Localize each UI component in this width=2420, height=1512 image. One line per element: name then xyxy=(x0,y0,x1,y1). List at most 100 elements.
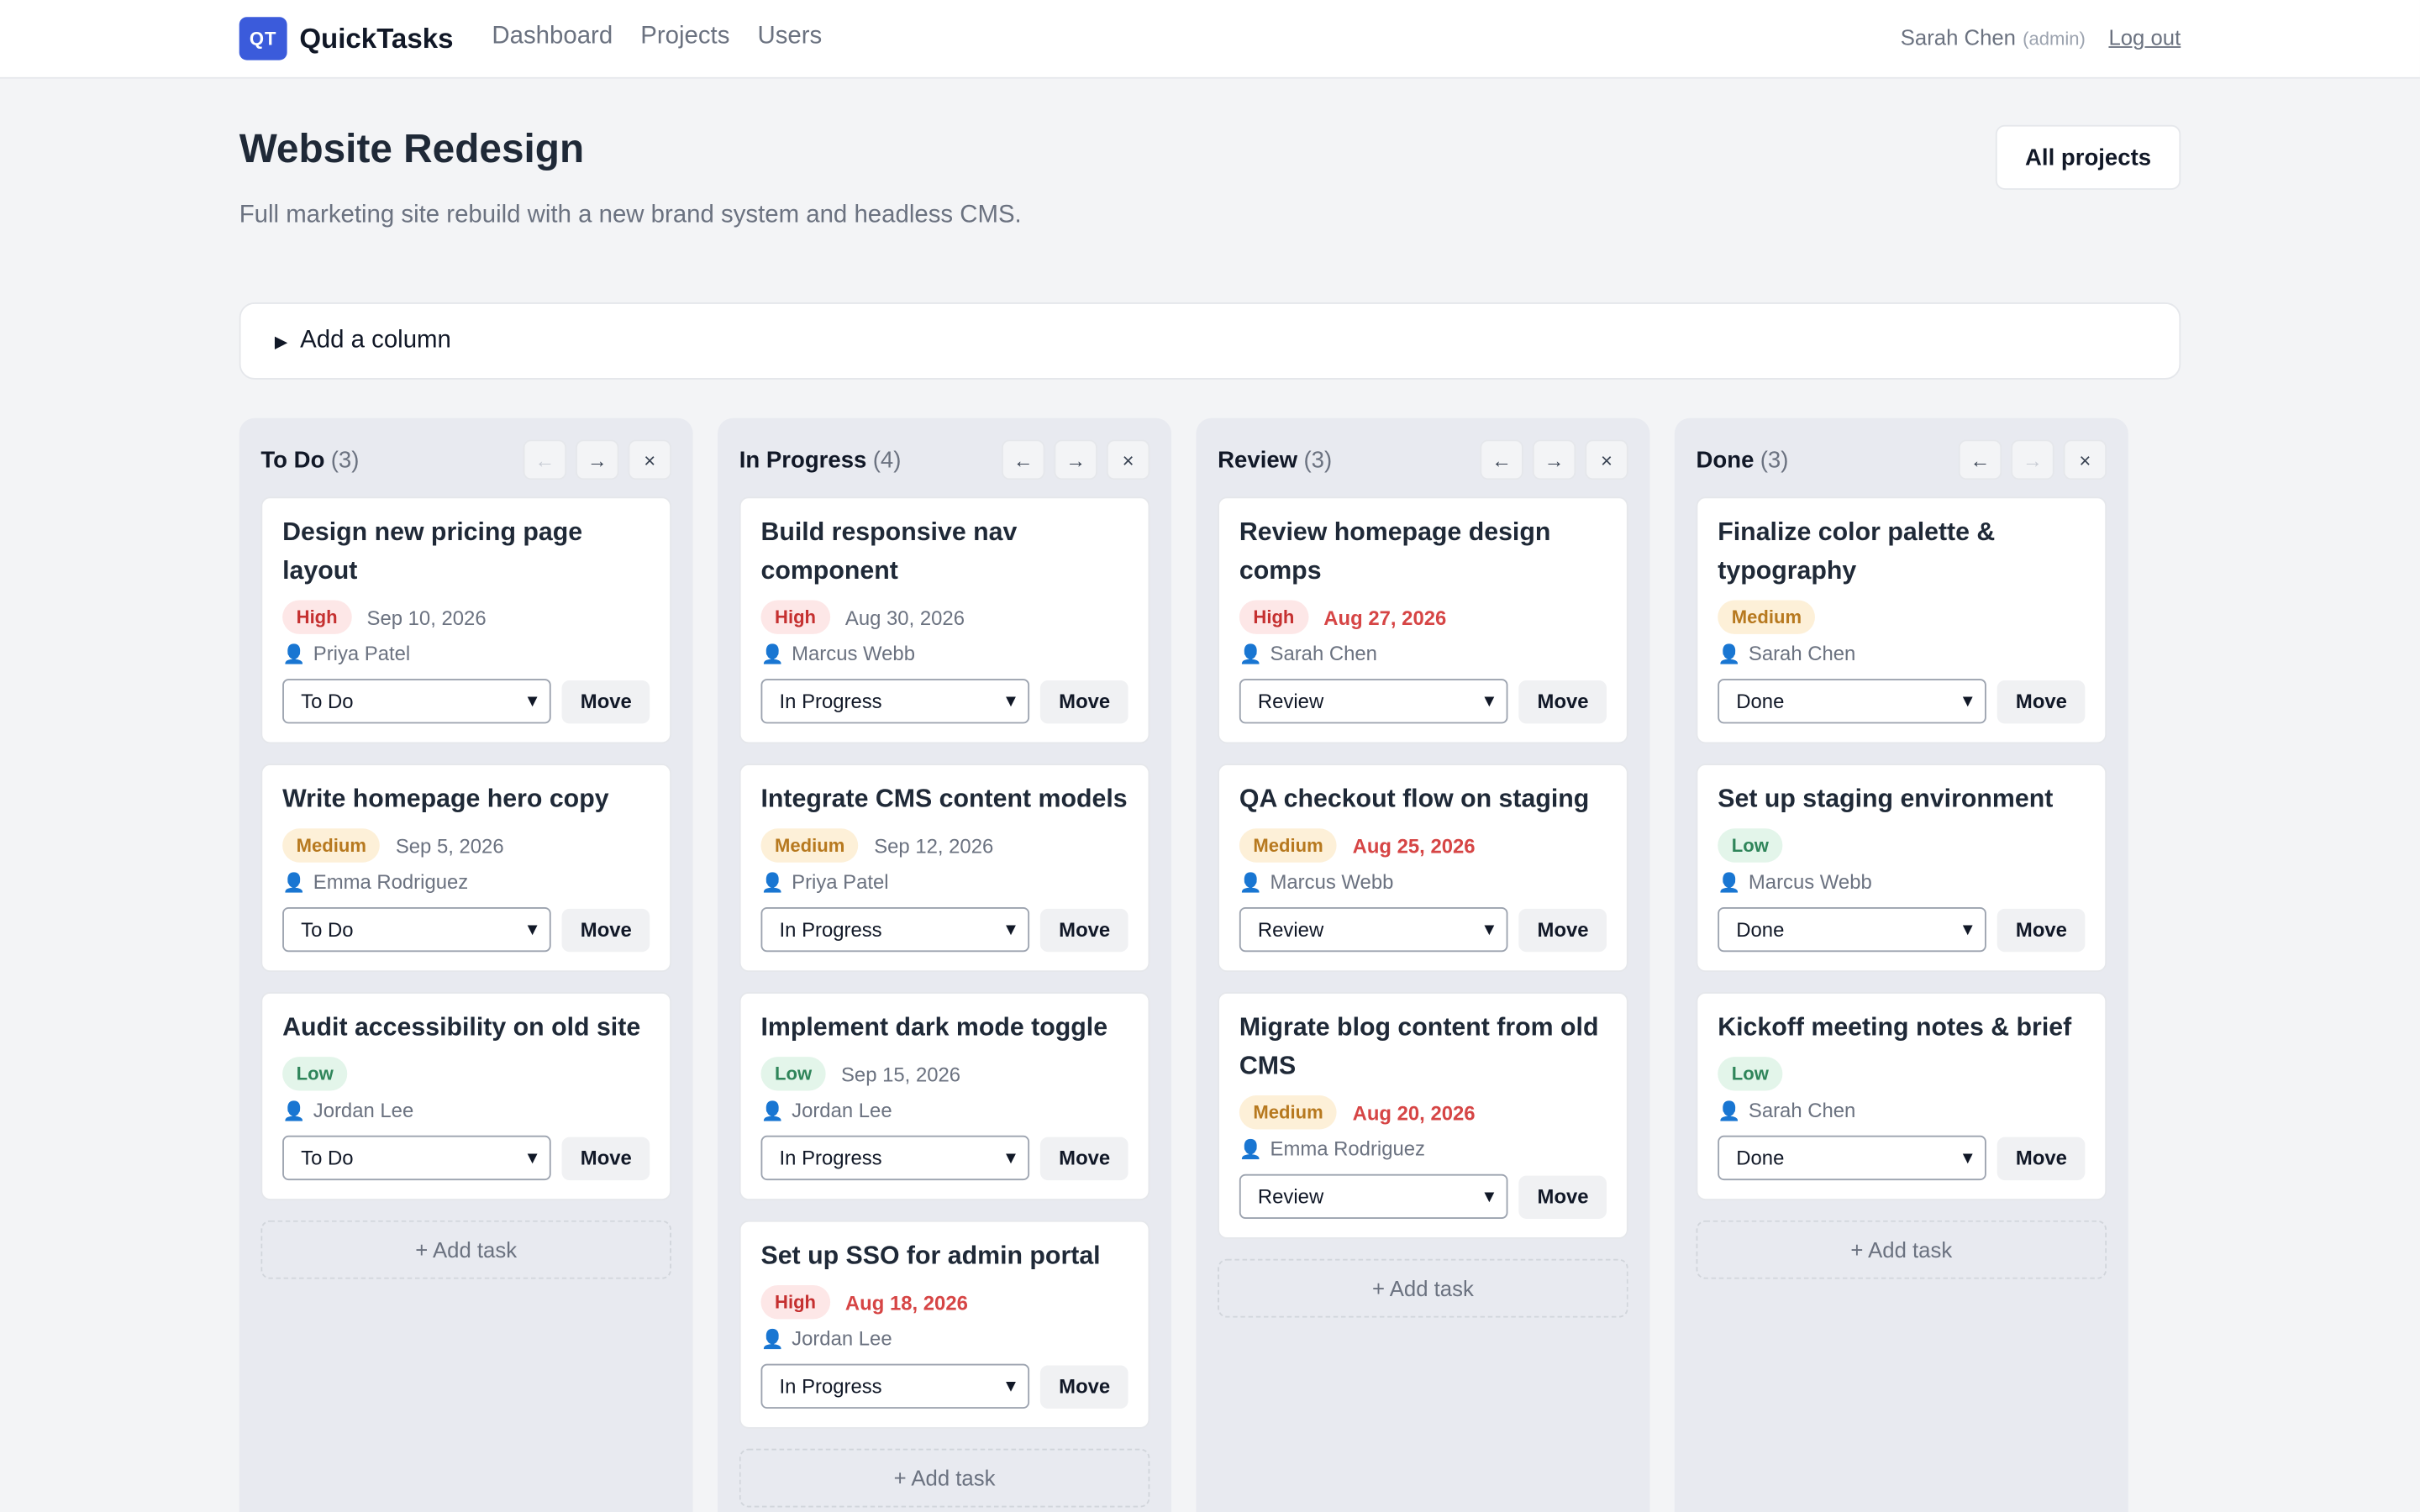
status-select[interactable]: Done ▼ xyxy=(1718,1135,1987,1181)
column-header: Done (3) ← → × xyxy=(1697,439,2107,480)
status-select[interactable]: To Do ▼ xyxy=(282,679,552,724)
user-area: Sarah Chen (admin) Log out xyxy=(1901,24,2181,52)
move-column-right-button[interactable]: → xyxy=(1054,439,1097,480)
status-select-value: In Progress xyxy=(779,917,882,942)
move-task-button[interactable]: Move xyxy=(1040,1136,1128,1180)
status-select[interactable]: To Do ▼ xyxy=(282,1135,552,1181)
person-icon: 👤 xyxy=(282,870,306,893)
add-task-button[interactable]: + Add task xyxy=(739,1448,1150,1508)
status-select[interactable]: Done ▼ xyxy=(1718,679,1987,724)
task-title: Design new pricing page layout xyxy=(282,518,583,585)
task-meta: Medium xyxy=(1718,600,2085,634)
assignee-name: Emma Rodriguez xyxy=(313,869,469,894)
move-controls: To Do ▼ Move xyxy=(282,906,650,953)
app-root: QT QuickTasks Dashboard Projects Users S… xyxy=(0,0,2420,1512)
nav-link-users[interactable]: Users xyxy=(757,24,822,51)
task-assignee: 👤 Priya Patel xyxy=(282,642,650,665)
app-logo[interactable]: QT xyxy=(239,17,287,60)
move-task-button[interactable]: Move xyxy=(1040,680,1128,723)
add-column-toggle[interactable]: ▶ Add a column xyxy=(239,302,2181,380)
status-select[interactable]: Review ▼ xyxy=(1239,679,1509,724)
column-header: To Do (3) ← → × xyxy=(260,439,671,480)
chevron-down-icon: ▼ xyxy=(1002,691,1020,711)
add-task-button[interactable]: + Add task xyxy=(260,1220,671,1279)
move-column-left-button[interactable]: ← xyxy=(1480,439,1523,480)
task-card[interactable]: Integrate CMS content models Medium Sep 12… xyxy=(739,764,1150,973)
task-card[interactable]: Migrate blog content from old CMS Medium A… xyxy=(1218,991,1628,1239)
move-column-left-button[interactable]: ← xyxy=(1958,439,2002,480)
priority-badge: Medium xyxy=(760,828,859,863)
column-controls: ← → × xyxy=(1480,439,1628,480)
delete-column-button[interactable]: × xyxy=(1585,439,1628,480)
move-task-button[interactable]: Move xyxy=(1040,1364,1128,1408)
priority-badge: High xyxy=(760,600,830,634)
move-task-button[interactable]: Move xyxy=(1519,680,1607,723)
task-assignee: 👤 Marcus Webb xyxy=(1239,870,1607,894)
add-task-button[interactable]: + Add task xyxy=(1696,1220,2107,1279)
status-select[interactable]: In Progress ▼ xyxy=(760,679,1030,724)
status-select[interactable]: In Progress ▼ xyxy=(760,1135,1030,1181)
person-icon: 👤 xyxy=(1239,642,1263,664)
move-task-button[interactable]: Move xyxy=(1997,1136,2086,1180)
status-select[interactable]: Done ▼ xyxy=(1718,906,1987,953)
status-select[interactable]: In Progress ▼ xyxy=(760,906,1030,953)
task-title: Kickoff meeting notes & brief xyxy=(1718,1013,2072,1042)
person-icon: 👤 xyxy=(1718,1099,1741,1121)
move-task-button[interactable]: Move xyxy=(1519,907,1607,952)
task-title: Finalize color palette & typography xyxy=(1718,518,1996,585)
task-card[interactable]: Implement dark mode toggle Low Sep 15, 202… xyxy=(739,991,1150,1200)
delete-column-button[interactable]: × xyxy=(628,439,671,480)
move-task-button[interactable]: Move xyxy=(562,907,650,952)
move-controls: To Do ▼ Move xyxy=(282,679,650,724)
column-controls: ← → × xyxy=(1002,439,1150,480)
chevron-down-icon: ▼ xyxy=(523,1148,541,1168)
task-card[interactable]: Design new pricing page layout High Sep 10… xyxy=(260,496,671,744)
move-controls: In Progress ▼ Move xyxy=(760,679,1128,724)
status-select-value: In Progress xyxy=(779,690,882,713)
person-icon: 👤 xyxy=(1718,642,1741,664)
move-column-right-button[interactable]: → xyxy=(576,439,619,480)
delete-column-button[interactable]: × xyxy=(1106,439,1150,480)
task-card[interactable]: Review homepage design comps High Aug 27, … xyxy=(1218,496,1628,744)
status-select[interactable]: To Do ▼ xyxy=(282,906,552,953)
move-controls: Done ▼ Move xyxy=(1718,679,2086,724)
task-card[interactable]: Set up staging environment Low 👤 Marcus Web… xyxy=(1696,764,2107,973)
due-date: Aug 27, 2026 xyxy=(1323,605,1447,629)
status-select-value: Review xyxy=(1257,690,1324,713)
status-select-value: To Do xyxy=(301,1146,354,1170)
move-column-right-button[interactable]: → xyxy=(1532,439,1576,480)
move-task-button[interactable]: Move xyxy=(1519,1174,1607,1219)
move-task-button[interactable]: Move xyxy=(1040,907,1128,952)
add-task-button[interactable]: + Add task xyxy=(1218,1258,1628,1318)
priority-badge: Low xyxy=(1718,1057,1783,1091)
app-name[interactable]: QuickTasks xyxy=(299,23,453,55)
column-task-count: (3) xyxy=(1760,446,1789,473)
project-header: Website Redesign Full marketing site reb… xyxy=(0,79,2420,302)
delete-column-button[interactable]: × xyxy=(2063,439,2107,480)
move-task-button[interactable]: Move xyxy=(562,1136,650,1180)
move-column-left-button[interactable]: ← xyxy=(1002,439,1045,480)
nav-link-dashboard[interactable]: Dashboard xyxy=(492,24,613,51)
task-card[interactable]: Audit accessibility on old site Low 👤 Jorda… xyxy=(260,991,671,1200)
move-task-button[interactable]: Move xyxy=(562,680,650,723)
all-projects-button[interactable]: All projects xyxy=(1995,124,2181,190)
status-select-value: To Do xyxy=(301,690,354,713)
nav-link-projects[interactable]: Projects xyxy=(640,24,729,51)
task-card[interactable]: Finalize color palette & typography Mediu… xyxy=(1696,496,2107,744)
task-card[interactable]: Kickoff meeting notes & brief Low 👤 Sarah C… xyxy=(1696,991,2107,1200)
task-card[interactable]: Write homepage hero copy Medium Sep 5, 202… xyxy=(260,764,671,973)
status-select[interactable]: Review ▼ xyxy=(1239,1173,1509,1219)
task-card[interactable]: QA checkout flow on staging Medium Aug 25,… xyxy=(1218,764,1628,973)
logout-link[interactable]: Log out xyxy=(2108,24,2181,49)
status-select-value: Done xyxy=(1736,690,1785,713)
task-card[interactable]: Build responsive nav component High Aug 30… xyxy=(739,496,1150,744)
priority-badge: High xyxy=(760,1284,830,1320)
task-meta: Low xyxy=(1718,828,2085,863)
top-nav-bar: QT QuickTasks Dashboard Projects Users S… xyxy=(0,0,2420,79)
move-task-button[interactable]: Move xyxy=(1997,907,2086,952)
page-title: Website Redesign xyxy=(239,124,585,171)
status-select[interactable]: Review ▼ xyxy=(1239,906,1509,953)
status-select[interactable]: In Progress ▼ xyxy=(760,1363,1030,1409)
task-card[interactable]: Set up SSO for admin portal High Aug 18, 2… xyxy=(739,1220,1150,1429)
move-task-button[interactable]: Move xyxy=(1997,680,2086,723)
